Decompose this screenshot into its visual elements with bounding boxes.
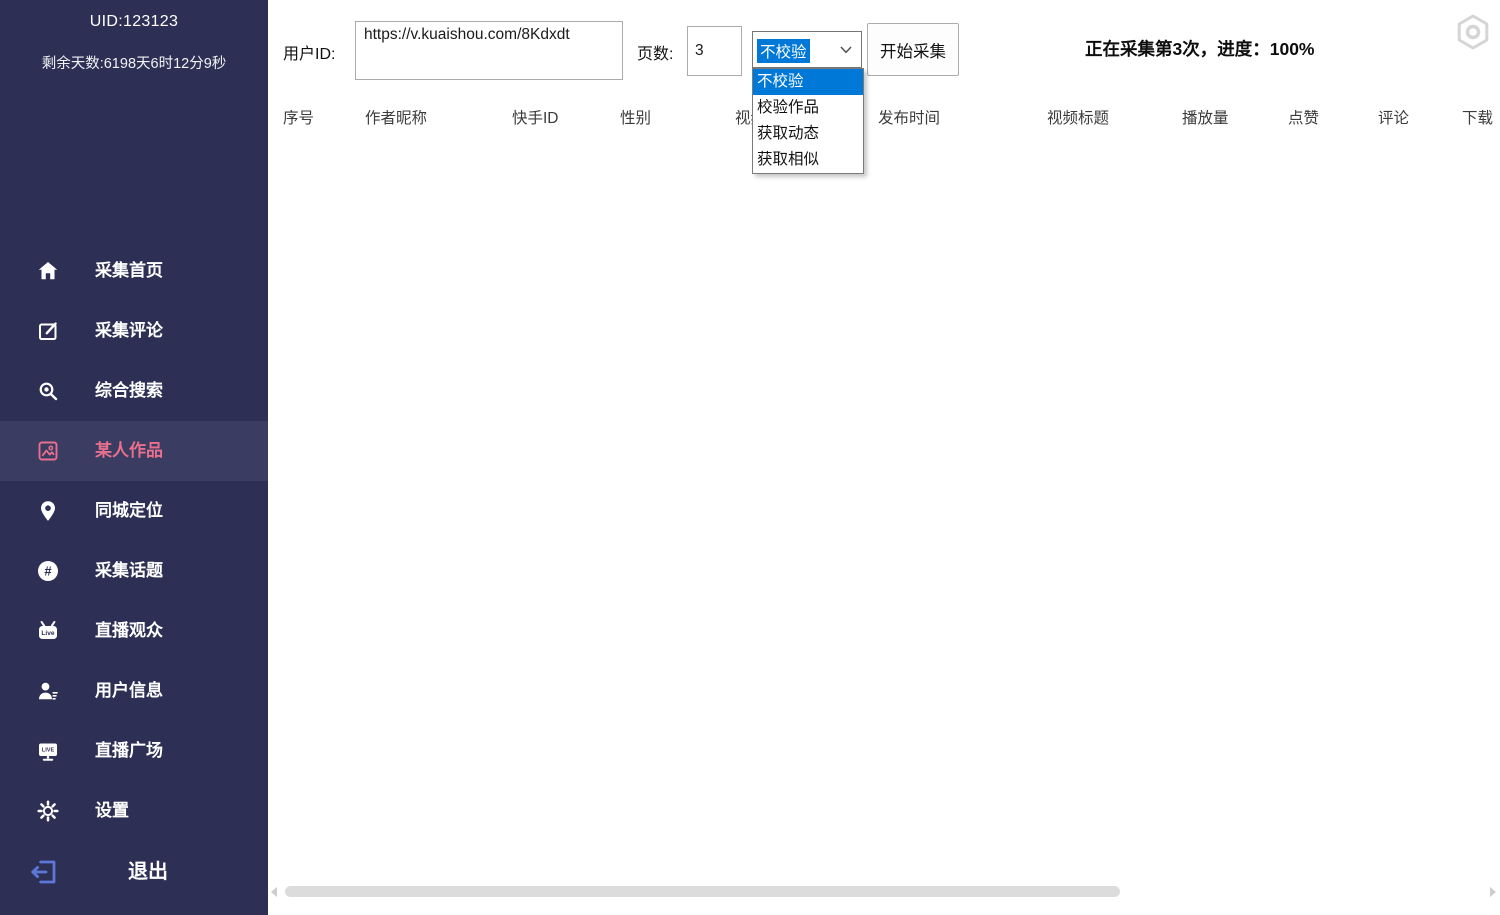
sidebar-item-city-locate[interactable]: 同城定位: [0, 481, 268, 541]
sidebar-item-label: 用户信息: [95, 661, 163, 721]
exit-button[interactable]: 退出: [0, 841, 268, 903]
hashtag-icon: #: [36, 559, 60, 583]
sidebar-item-global-search[interactable]: 综合搜索: [0, 361, 268, 421]
horizontal-scrollbar: [268, 883, 1500, 901]
col-likes: 点赞: [1288, 106, 1319, 128]
svg-text:LIVE: LIVE: [42, 748, 55, 754]
user-id-label: 用户ID:: [283, 40, 335, 64]
col-seq: 序号: [283, 106, 314, 128]
col-publish-time: 发布时间: [878, 106, 940, 128]
user-icon: [36, 679, 60, 703]
col-comments: 评论: [1378, 106, 1409, 128]
pages-label: 页数:: [637, 40, 673, 64]
col-kuaishou-id: 快手ID: [512, 106, 559, 128]
scroll-left-arrow-icon[interactable]: [271, 887, 277, 897]
sidebar-item-label: 采集评论: [95, 301, 163, 361]
dropdown-option-get-similar[interactable]: 获取相似: [753, 147, 863, 173]
sidebar-item-label: 同城定位: [95, 481, 163, 541]
home-icon: [36, 259, 60, 283]
collect-status-text: 正在采集第3次，进度：100%: [1085, 36, 1315, 61]
scroll-right-arrow-icon[interactable]: [1490, 887, 1496, 897]
sidebar-item-settings[interactable]: 设置: [0, 781, 268, 841]
sidebar-item-label: 采集话题: [95, 541, 163, 601]
svg-text:Live: Live: [41, 630, 55, 637]
uid-text: UID:123123: [0, 13, 268, 31]
app-window: UID:123123 剩余天数:6198天6时12分9秒 采集首页 采集评论: [0, 0, 1500, 915]
sidebar-item-user-works[interactable]: 某人作品: [0, 421, 268, 481]
sidebar: UID:123123 剩余天数:6198天6时12分9秒 采集首页 采集评论: [0, 0, 268, 915]
sidebar-item-label: 某人作品: [95, 421, 163, 481]
sidebar-item-label: 直播观众: [95, 601, 163, 661]
sidebar-item-collect-topics[interactable]: # 采集话题: [0, 541, 268, 601]
col-gender: 性别: [620, 106, 651, 128]
verify-select[interactable]: 不校验: [752, 31, 862, 68]
user-id-input[interactable]: https://v.kuaishou.com/8Kdxdt: [355, 21, 623, 80]
col-video-title: 视频标题: [1047, 106, 1109, 128]
dropdown-option-verify-works[interactable]: 校验作品: [753, 95, 863, 121]
remaining-days-text: 剩余天数:6198天6时12分9秒: [0, 52, 268, 73]
live-monitor-icon: LIVE: [36, 739, 60, 763]
scrollbar-thumb[interactable]: [285, 886, 1120, 897]
gear-icon: [36, 799, 60, 823]
sidebar-item-collect-home[interactable]: 采集首页: [0, 241, 268, 301]
sidebar-item-label: 设置: [95, 781, 129, 841]
sidebar-item-label: 直播广场: [95, 721, 163, 781]
live-tv-icon: Live: [36, 619, 60, 643]
sidebar-nav: 采集首页 采集评论 综合搜索: [0, 241, 268, 841]
photo-icon: [36, 439, 60, 463]
svg-text:#: #: [44, 564, 52, 579]
table-header-row: 序号 作者昵称 快手ID 性别 视频 发布时间 视频标题 播放量 点赞 评论 下…: [0, 106, 1500, 128]
start-collect-button[interactable]: 开始采集: [867, 23, 959, 76]
search-icon: [36, 379, 60, 403]
sidebar-item-live-audience[interactable]: Live 直播观众: [0, 601, 268, 661]
verify-select-value: 不校验: [757, 39, 810, 63]
exit-label: 退出: [128, 841, 168, 903]
logout-icon: [28, 856, 60, 888]
chevron-down-icon: [840, 46, 852, 54]
verify-select-dropdown: 不校验 校验作品 获取动态 获取相似: [752, 68, 864, 174]
sidebar-item-label: 采集首页: [95, 241, 163, 301]
sidebar-item-collect-comments[interactable]: 采集评论: [0, 301, 268, 361]
col-author-name: 作者昵称: [365, 106, 427, 128]
sidebar-item-label: 综合搜索: [95, 361, 163, 421]
pages-input[interactable]: [687, 26, 742, 76]
nut-settings-icon[interactable]: [1452, 11, 1494, 53]
sidebar-item-user-info[interactable]: 用户信息: [0, 661, 268, 721]
col-download: 下载: [1462, 106, 1493, 128]
dropdown-option-get-moments[interactable]: 获取动态: [753, 121, 863, 147]
dropdown-option-no-verify[interactable]: 不校验: [753, 69, 863, 95]
edit-icon: [36, 319, 60, 343]
col-play-count: 播放量: [1182, 106, 1229, 128]
sidebar-item-live-plaza[interactable]: LIVE 直播广场: [0, 721, 268, 781]
location-pin-icon: [36, 499, 60, 523]
